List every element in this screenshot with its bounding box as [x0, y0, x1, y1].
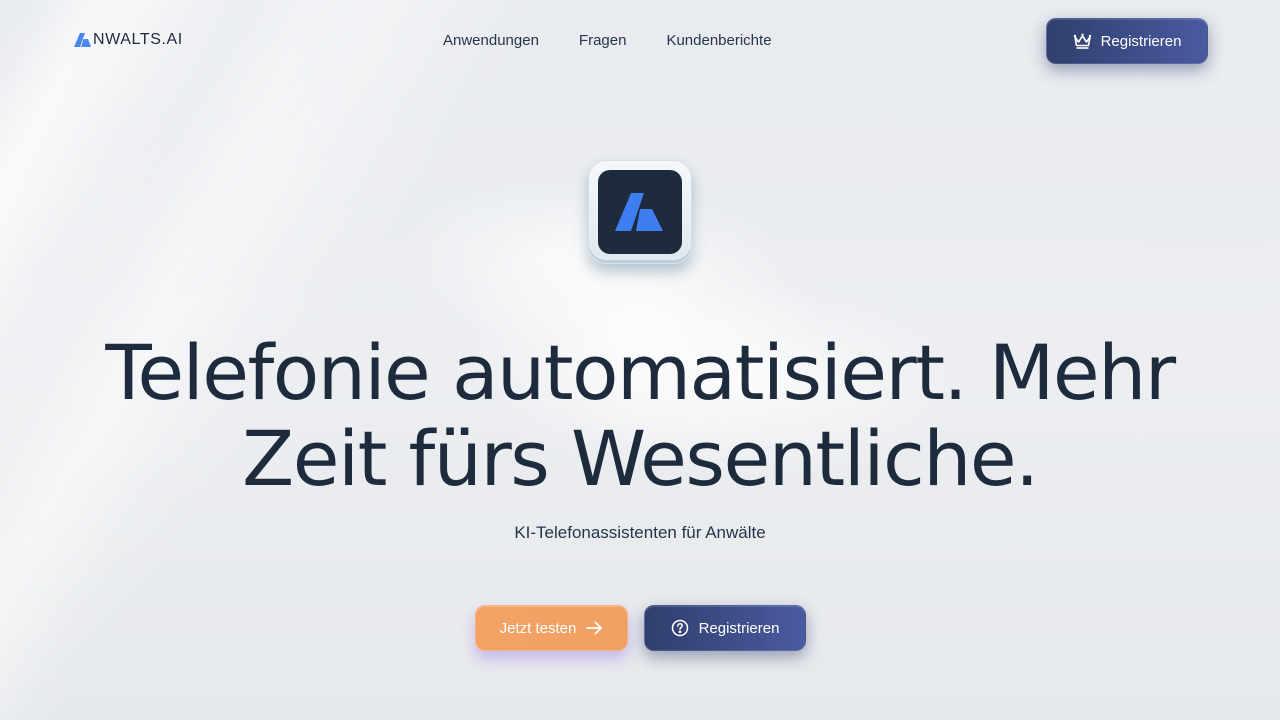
brand-logo[interactable]: NWALTS.AI [74, 31, 183, 49]
app-icon-frame [588, 160, 692, 264]
question-circle-icon [671, 619, 688, 637]
brand-a-mark-icon [615, 193, 663, 231]
main-nav: Anwendungen Fragen Kundenberichte [443, 31, 772, 51]
hero-register-label: Registrieren [698, 619, 780, 637]
nav-link-kundenberichte[interactable]: Kundenberichte [666, 31, 771, 51]
try-now-label: Jetzt testen [499, 619, 577, 637]
nav-link-anwendungen[interactable]: Anwendungen [443, 31, 539, 51]
header-register-label: Registrieren [1100, 32, 1182, 50]
arrow-right-icon [586, 621, 603, 635]
brand-a-mark-icon [74, 33, 91, 47]
app-icon [598, 170, 682, 254]
hero-title: Telefonie automatisiert. Mehr Zeit fürs … [0, 330, 1280, 502]
brand-logo-text: NWALTS.AI [93, 31, 183, 48]
hero-register-button[interactable]: Registrieren [644, 605, 806, 651]
hero-title-line-1: Telefonie automatisiert. Mehr [105, 328, 1176, 417]
header-register-button[interactable]: Registrieren [1046, 18, 1208, 64]
nav-link-fragen[interactable]: Fragen [579, 31, 627, 51]
site-header: NWALTS.AI Anwendungen Fragen Kundenberic… [0, 0, 1280, 82]
hero-title-line-2: Zeit fürs Wesentliche. [242, 414, 1039, 503]
hero-subtitle: KI-Telefonassistenten für Anwälte [514, 523, 766, 542]
try-now-button[interactable]: Jetzt testen [475, 605, 628, 651]
crown-icon [1073, 33, 1091, 49]
